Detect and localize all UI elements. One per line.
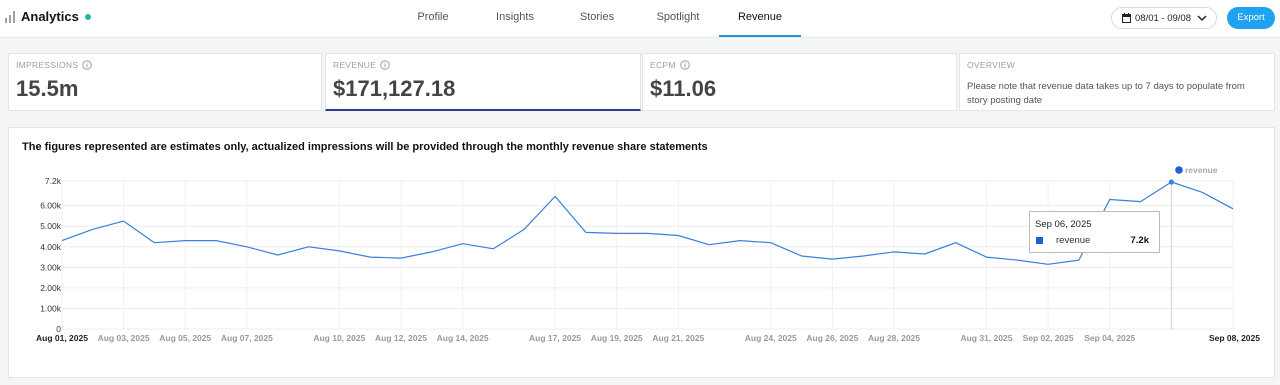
x-tick-label: Aug 10, 2025 (313, 333, 365, 343)
y-tick-label: 6.00k (40, 201, 62, 211)
x-tick-label: Aug 31, 2025 (960, 333, 1012, 343)
y-tick-label: 3.00k (40, 262, 62, 272)
y-tick-label: 7.2k (45, 176, 62, 186)
revenue-chart[interactable]: 01.00k2.00k3.00k4.00k5.00k6.00k7.2kAug 0… (0, 0, 1280, 385)
x-tick-label: Aug 17, 2025 (529, 333, 581, 343)
x-tick-label: Aug 14, 2025 (437, 333, 489, 343)
chart-tooltip: Sep 06, 2025 revenue 7.2k (1029, 211, 1160, 253)
x-tick-label: Aug 19, 2025 (591, 333, 643, 343)
x-tick-label: Sep 08, 2025 (1209, 333, 1260, 343)
tooltip-series: revenue (1056, 235, 1091, 246)
legend-swatch (1175, 166, 1183, 174)
y-tick-label: 2.00k (40, 283, 62, 293)
x-tick-label: Aug 26, 2025 (806, 333, 858, 343)
x-tick-label: Aug 03, 2025 (98, 333, 150, 343)
x-tick-label: Aug 01, 2025 (36, 333, 88, 343)
legend-label: revenue (1185, 165, 1218, 175)
x-tick-label: Aug 12, 2025 (375, 333, 427, 343)
y-tick-label: 4.00k (40, 242, 62, 252)
x-tick-label: Sep 04, 2025 (1084, 333, 1135, 343)
x-tick-label: Aug 07, 2025 (221, 333, 273, 343)
x-tick-label: Aug 05, 2025 (159, 333, 211, 343)
tooltip-value: 7.2k (1130, 235, 1150, 246)
tooltip-date: Sep 06, 2025 (1035, 219, 1092, 230)
x-tick-label: Aug 24, 2025 (745, 333, 797, 343)
tooltip-swatch (1036, 237, 1043, 244)
data-point (1168, 179, 1174, 185)
y-tick-label: 5.00k (40, 221, 62, 231)
x-tick-label: Aug 28, 2025 (868, 333, 920, 343)
x-tick-label: Aug 21, 2025 (652, 333, 704, 343)
y-tick-label: 1.00k (40, 303, 62, 313)
x-tick-label: Sep 02, 2025 (1023, 333, 1074, 343)
